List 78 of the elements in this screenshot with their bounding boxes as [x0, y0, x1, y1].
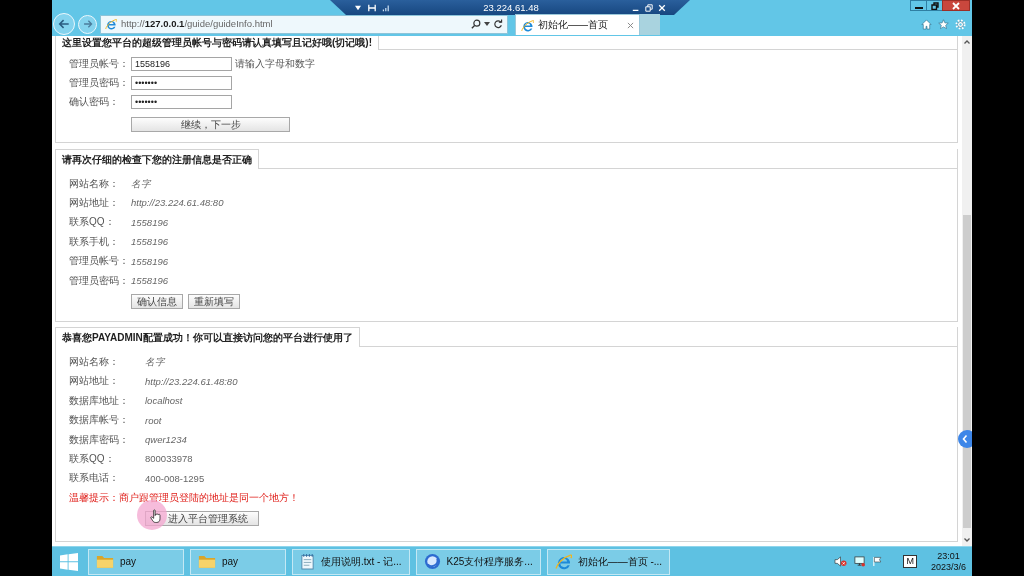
- taskbar-button[interactable]: 初始化——首页 -...: [546, 548, 671, 575]
- close-button[interactable]: [942, 0, 970, 11]
- hand-cursor-icon: [150, 509, 161, 525]
- forward-button[interactable]: [78, 14, 97, 34]
- field-value: 400-008-1295: [145, 472, 205, 485]
- field-label: 数据库帐号：: [69, 414, 130, 427]
- field-label: 联系电话：: [69, 472, 120, 485]
- caret-icon[interactable]: [484, 22, 490, 26]
- clock-date[interactable]: 2023/3/6: [930, 561, 966, 573]
- field-label: 联系QQ：: [69, 453, 116, 465]
- browser-tab[interactable]: 初始化——首页: [515, 14, 640, 35]
- connection-title: 23.224.61.48: [482, 1, 540, 14]
- browser-icon: [521, 18, 534, 32]
- input-method-indicator[interactable]: M: [903, 555, 917, 568]
- address-bar[interactable]: http://127.0.0.1/guide/guideInfo.html: [100, 14, 508, 34]
- field-value: 800033978: [145, 453, 193, 465]
- pin-icon[interactable]: [354, 4, 362, 11]
- star-icon[interactable]: [938, 18, 949, 30]
- field-label: 网站名称：: [69, 356, 120, 369]
- field-value: root: [145, 414, 162, 426]
- field-label: 联系QQ：: [69, 216, 116, 229]
- taskbar-button[interactable]: 使用说明.txt - 记...: [292, 548, 410, 575]
- field-label: 数据库地址：: [69, 394, 130, 407]
- panel-title: 这里设置您平台的超级管理员帐号与密码请认真填写且记好哦(切记哦)!: [56, 36, 379, 50]
- field-value: qwer1234: [145, 433, 187, 446]
- field-label: 确认密码：: [69, 95, 120, 108]
- field-value: 1558196: [131, 274, 168, 287]
- field-value: 1558196: [131, 216, 168, 229]
- warning-text: 温馨提示：商户跟管理员登陆的地址是同一个地方！: [69, 491, 299, 504]
- field-value: 名字: [131, 178, 151, 190]
- speaker-muted-icon[interactable]: [834, 556, 848, 567]
- signal-icon: [382, 3, 390, 12]
- input-field[interactable]: 1558196: [131, 56, 232, 71]
- swirl-globe-icon: [423, 553, 441, 570]
- taskbar-button[interactable]: K25支付程序服务...: [415, 548, 541, 575]
- browser-icon: [554, 553, 572, 570]
- taskbar-button[interactable]: pay: [190, 548, 286, 575]
- field-label: 数据库密码：: [69, 433, 130, 446]
- field-label: 网站地址：: [69, 197, 120, 210]
- field-value: http://23.224.61.48:80: [131, 197, 224, 209]
- field-value: 1558196: [131, 236, 168, 248]
- search-icon[interactable]: [471, 19, 481, 29]
- field-label: 管理员帐号：: [69, 57, 130, 70]
- browser-icon: [105, 18, 117, 30]
- connection-icon: [367, 3, 377, 12]
- restore-icon[interactable]: [930, 1, 939, 10]
- chevron-left-icon[interactable]: [958, 430, 972, 448]
- taskbar-button[interactable]: pay: [88, 548, 184, 575]
- notepad-icon: [300, 553, 315, 570]
- field-label: 网站地址：: [69, 375, 120, 388]
- panel-title: 请再次仔细的检查下您的注册信息是否正确: [56, 149, 259, 169]
- field-label: 管理员密码：: [69, 76, 130, 89]
- field-value: http://23.224.61.48:80: [145, 375, 238, 388]
- field-label: 管理员密码：: [69, 274, 130, 287]
- url-text: http://127.0.0.1/guide/guideInfo.html: [121, 18, 273, 30]
- input-field[interactable]: •••••••: [131, 94, 232, 109]
- action-button[interactable]: 确认信息: [131, 294, 183, 310]
- input-field[interactable]: •••••••: [131, 75, 232, 90]
- flag-icon[interactable]: [872, 556, 884, 567]
- folder-icon: [96, 554, 114, 569]
- action-button[interactable]: 继续，下一步: [131, 117, 290, 132]
- back-button[interactable]: [53, 13, 75, 35]
- folder-icon: [198, 554, 216, 569]
- network-icon[interactable]: [853, 556, 867, 567]
- home-icon[interactable]: [921, 18, 932, 30]
- field-hint: 请输入字母和数字: [235, 57, 315, 70]
- scrollbar-thumb[interactable]: [963, 215, 971, 528]
- action-button[interactable]: 重新填写: [188, 294, 240, 310]
- arrow-left-icon[interactable]: [58, 18, 70, 30]
- panel-title: 恭喜您PAYADMIN配置成功！你可以直接访问您的平台进行使用了: [56, 327, 360, 348]
- field-label: 管理员帐号：: [69, 255, 130, 268]
- field-label: 联系手机：: [69, 235, 120, 248]
- field-value: localhost: [145, 395, 183, 407]
- field-value: 名字: [145, 356, 165, 368]
- clock-time[interactable]: 23:01: [937, 550, 960, 562]
- refresh-icon[interactable]: [493, 19, 503, 29]
- field-label: 网站名称：: [69, 177, 120, 190]
- field-value: 1558196: [131, 255, 168, 267]
